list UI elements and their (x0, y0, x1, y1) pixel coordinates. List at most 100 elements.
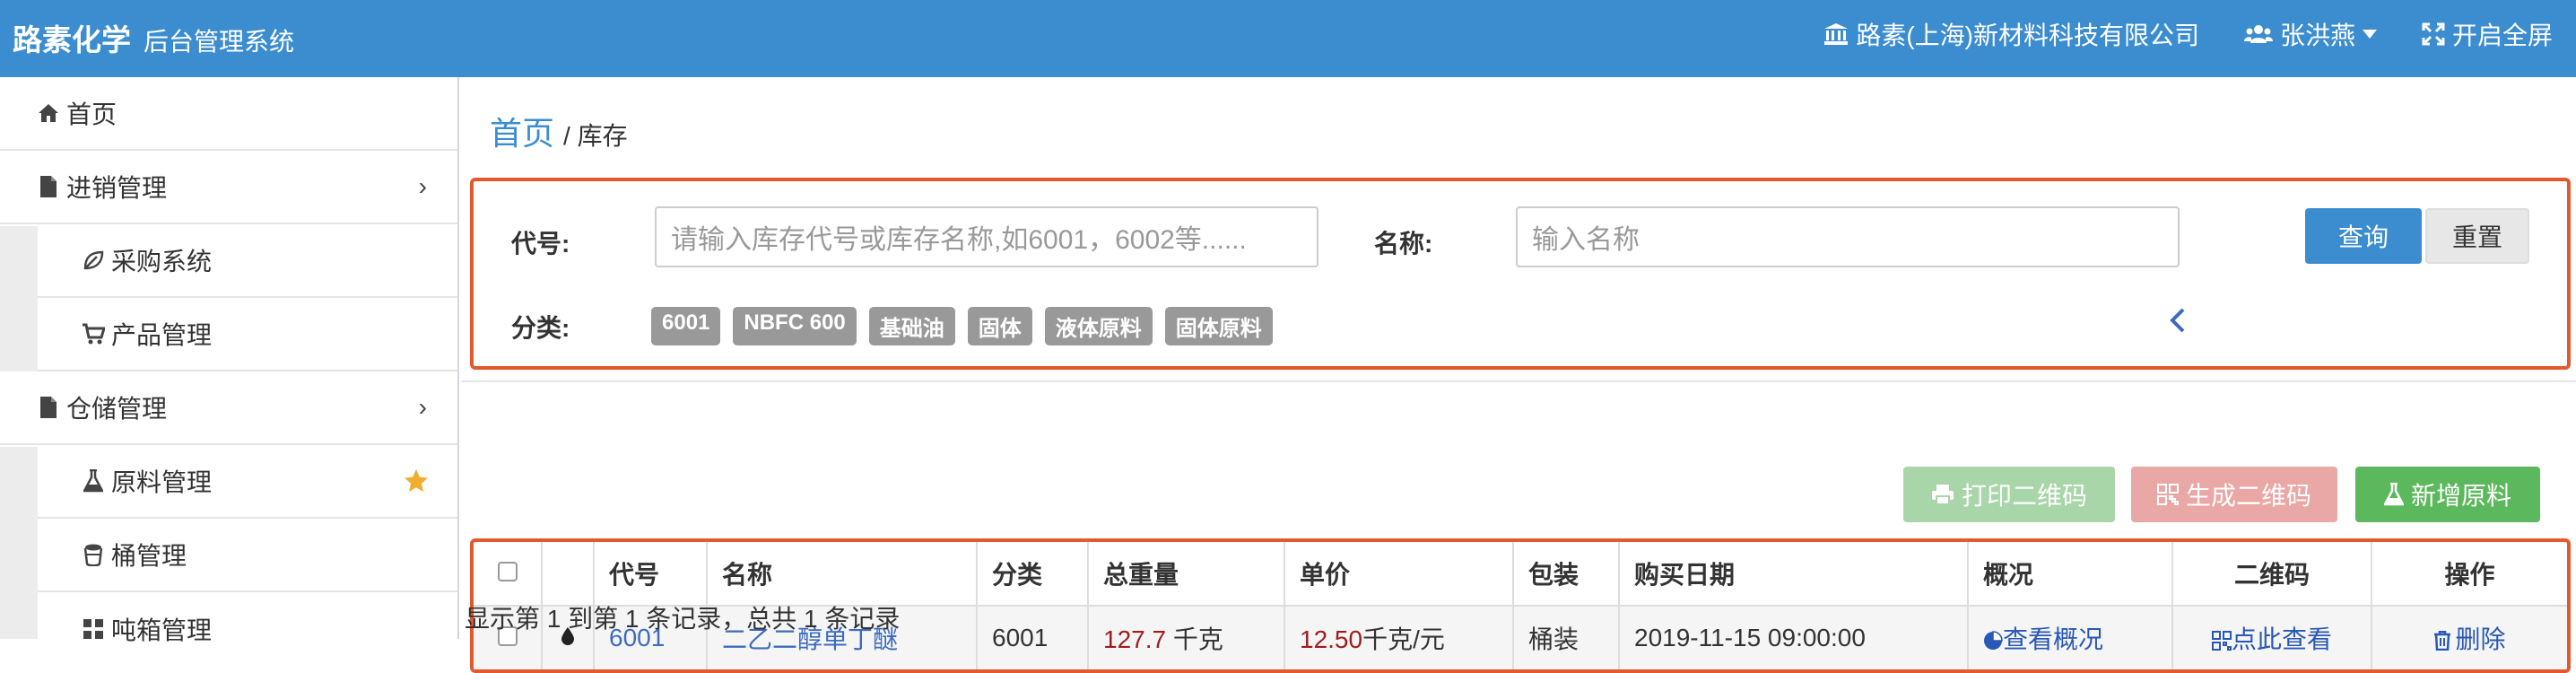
add-material-button[interactable]: 新增原料 (2355, 467, 2540, 522)
reset-button[interactable]: 重置 (2425, 208, 2529, 264)
breadcrumb-current: / 库存 (563, 122, 628, 150)
caret-down-icon (2362, 30, 2377, 39)
sidebar-item-label: 产品管理 (111, 321, 213, 349)
fullscreen-label: 开启全屏 (2451, 22, 2553, 49)
name-input[interactable]: 输入名称 (1516, 206, 2180, 267)
price-cell: 12.50千克/元 (1284, 606, 1514, 669)
category-tags: 6001 NBFC 600 基础油 固体 液体原料 固体原料 (651, 307, 1273, 345)
column-header[interactable]: 二维码 (2172, 542, 2372, 607)
sidebar-item-purchase[interactable]: 采购系统 (38, 224, 457, 298)
pie-chart-icon (1984, 631, 2003, 650)
chevron-right-icon: › (418, 172, 427, 200)
chevron-right-icon: › (418, 393, 427, 421)
print-qr-label: 打印二维码 (1961, 482, 2087, 510)
column-header[interactable]: 分类 (977, 542, 1089, 607)
sidebar-item-tonbox[interactable]: 吨箱管理 (38, 592, 457, 666)
category-tag[interactable]: 固体原料 (1164, 307, 1273, 345)
cart-icon (81, 323, 106, 345)
sidebar-item-label: 桶管理 (111, 542, 187, 570)
category-tag[interactable]: 液体原料 (1044, 307, 1153, 345)
main-content: 首页 / 库存 代号: 请输入库存代号或库存名称,如6001，6002等....… (461, 77, 2576, 673)
breadcrumb: 首页 / 库存 (490, 108, 628, 154)
flask-icon (81, 469, 106, 493)
column-header[interactable]: 包装 (1513, 542, 1620, 607)
brand-title: 路素化学 (13, 23, 131, 57)
category-label: 分类: (511, 314, 570, 342)
sidebar-item-products[interactable]: 产品管理 (38, 298, 457, 371)
code-label: 代号: (511, 230, 570, 258)
qr-view-link[interactable]: 点此查看 (2211, 625, 2332, 653)
home-icon (36, 103, 61, 123)
top-navbar: 路素化学 后台管理系统 路素(上海)新材料科技有限公司 张洪燕 开启全屏 (0, 0, 2576, 77)
weight-value: 127.7 (1103, 625, 1167, 653)
qrcode-icon (2156, 484, 2179, 505)
price-value: 12.50 (1300, 625, 1363, 653)
sidebar-item-materials[interactable]: 原料管理 (38, 445, 457, 519)
submenu-gutter (0, 226, 38, 373)
breadcrumb-home[interactable]: 首页 (490, 115, 554, 152)
sidebar-item-label: 首页 (66, 101, 117, 128)
file-icon (36, 175, 61, 198)
print-qr-button[interactable]: 打印二维码 (1903, 467, 2115, 522)
user-name: 张洪燕 (2279, 22, 2355, 49)
chevron-left-icon[interactable] (2169, 307, 2187, 334)
category-tag[interactable]: 固体 (967, 307, 1032, 345)
column-header[interactable]: 操作 (2371, 542, 2567, 607)
printer-icon (1931, 485, 1954, 505)
category-tag[interactable]: 6001 (651, 307, 721, 345)
sidebar: 首页 进销管理 › 采购系统 产品管理 仓储管理 › 原料管理 桶管理 吨箱管理 (0, 77, 459, 666)
sidebar-item-label: 采购系统 (111, 248, 213, 275)
code-input[interactable]: 请输入库存代号或库存名称,如6001，6002等...... (655, 206, 1318, 267)
icon-header (542, 542, 595, 607)
file-icon (36, 396, 61, 419)
generate-qr-label: 生成二维码 (2185, 482, 2311, 510)
select-all-cell (474, 542, 543, 607)
select-all-checkbox[interactable] (497, 562, 518, 581)
fullscreen-button[interactable]: 开启全屏 (2422, 16, 2553, 52)
table-header-row: 代号 名称 分类 总重量 单价 包装 购买日期 概况 二维码 操作 (474, 542, 2567, 607)
column-header[interactable]: 总重量 (1088, 542, 1285, 607)
column-header[interactable]: 概况 (1968, 542, 2173, 607)
grid-icon (81, 618, 106, 640)
column-header[interactable]: 单价 (1284, 542, 1514, 607)
weight-unit: 千克 (1172, 625, 1223, 653)
sidebar-item-sales[interactable]: 进销管理 › (0, 151, 457, 224)
name-label: 名称: (1374, 230, 1433, 258)
package-cell: 桶装 (1513, 606, 1620, 669)
generate-qr-button[interactable]: 生成二维码 (2131, 467, 2337, 522)
sidebar-item-storage[interactable]: 仓储管理 › (0, 371, 457, 445)
user-menu[interactable]: 张洪燕 (2243, 16, 2377, 52)
brand-subtitle: 后台管理系统 (144, 28, 295, 56)
delete-button[interactable]: 删除 (2433, 625, 2506, 653)
divider (461, 380, 2576, 382)
sidebar-item-buckets[interactable]: 桶管理 (38, 519, 457, 592)
company-menu[interactable]: 路素(上海)新材料科技有限公司 (1823, 16, 2199, 52)
category-tag[interactable]: 基础油 (868, 307, 955, 345)
flask-icon (2383, 483, 2404, 506)
overview-link[interactable]: 查看概况 (1983, 625, 2103, 653)
column-header[interactable]: 购买日期 (1619, 542, 1969, 607)
qrcode-icon (2211, 631, 2232, 651)
add-material-label: 新增原料 (2410, 482, 2511, 510)
category-tag[interactable]: NBFC 600 (733, 307, 857, 345)
column-header[interactable]: 代号 (594, 542, 708, 607)
bucket-icon (81, 543, 106, 566)
category-cell: 6001 (977, 606, 1089, 669)
qr-view-label: 点此查看 (2231, 625, 2332, 653)
price-unit: 千克/元 (1362, 625, 1445, 653)
company-name: 路素(上海)新材料科技有限公司 (1856, 22, 2199, 49)
expand-icon (2422, 22, 2445, 46)
sidebar-item-home[interactable]: 首页 (0, 77, 457, 151)
brand[interactable]: 路素化学 后台管理系统 (13, 16, 294, 59)
weight-cell: 127.7 千克 (1088, 606, 1285, 669)
query-button[interactable]: 查询 (2305, 208, 2422, 264)
overview-label: 查看概况 (2003, 625, 2104, 653)
delete-label: 删除 (2455, 625, 2506, 653)
date-cell: 2019-11-15 09:00:00 (1619, 606, 1969, 669)
submenu-gutter (0, 447, 38, 639)
pagination-info: 显示第 1 到第 1 条记录，总共 1 条记录 (465, 605, 901, 633)
star-icon[interactable] (404, 468, 429, 494)
sidebar-item-label: 进销管理 (66, 174, 168, 202)
column-header[interactable]: 名称 (707, 542, 978, 607)
trash-icon (2434, 630, 2451, 651)
